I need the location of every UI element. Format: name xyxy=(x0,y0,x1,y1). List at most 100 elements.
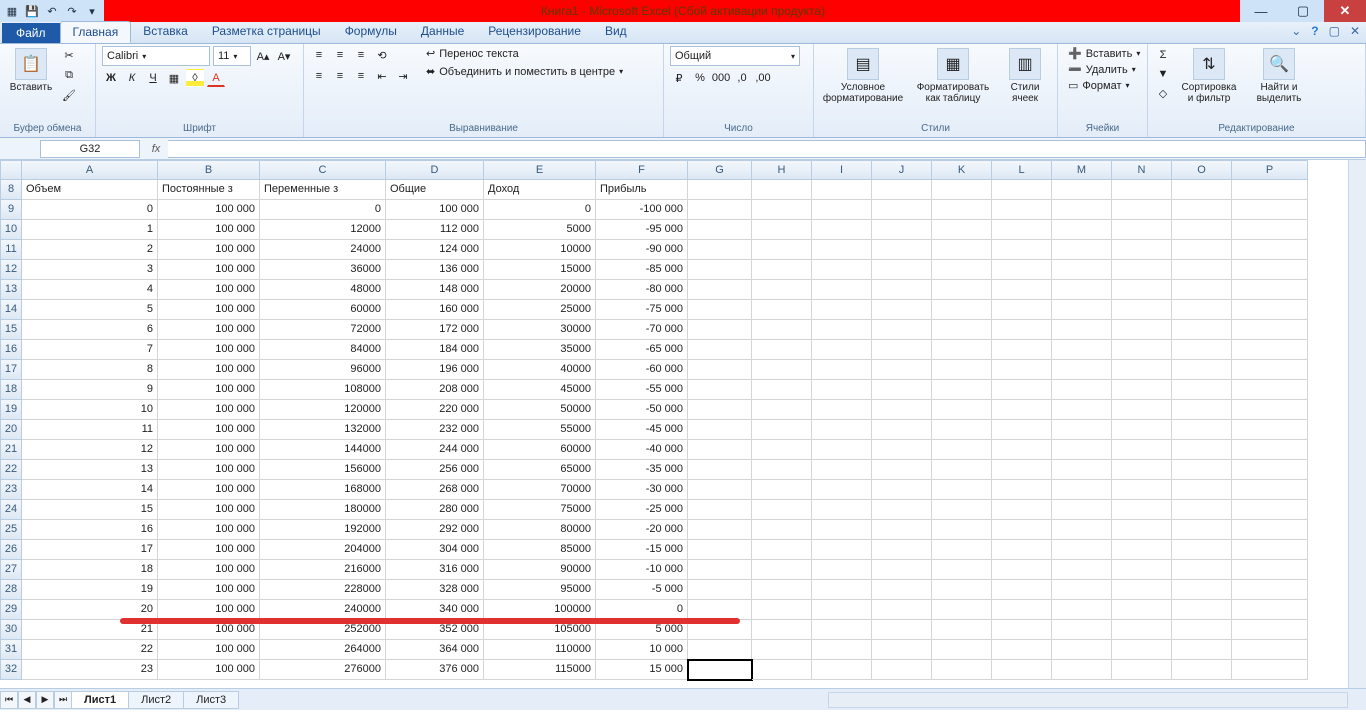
cell-E28[interactable]: 95000 xyxy=(484,580,596,600)
cell-L18[interactable] xyxy=(992,380,1052,400)
col-header-G[interactable]: G xyxy=(688,160,752,180)
cell-E31[interactable]: 110000 xyxy=(484,640,596,660)
cell-G17[interactable] xyxy=(688,360,752,380)
row-header-31[interactable]: 31 xyxy=(0,640,22,660)
cell-L24[interactable] xyxy=(992,500,1052,520)
cell-F15[interactable]: -70 000 xyxy=(596,320,688,340)
row-header-16[interactable]: 16 xyxy=(0,340,22,360)
cell-E23[interactable]: 70000 xyxy=(484,480,596,500)
row-header-15[interactable]: 15 xyxy=(0,320,22,340)
cell-N14[interactable] xyxy=(1112,300,1172,320)
cell-O31[interactable] xyxy=(1172,640,1232,660)
autosum-icon[interactable]: Σ xyxy=(1154,46,1172,64)
font-name-combo[interactable]: Calibri▾ xyxy=(102,46,210,66)
cell-N22[interactable] xyxy=(1112,460,1172,480)
sheet-tab-Лист2[interactable]: Лист2 xyxy=(128,691,184,709)
undo-icon[interactable]: ↶ xyxy=(44,3,60,19)
cell-O15[interactable] xyxy=(1172,320,1232,340)
cell-A18[interactable]: 9 xyxy=(22,380,158,400)
col-header-O[interactable]: O xyxy=(1172,160,1232,180)
cell-M9[interactable] xyxy=(1052,200,1112,220)
cell-G31[interactable] xyxy=(688,640,752,660)
cell-L10[interactable] xyxy=(992,220,1052,240)
cell-O22[interactable] xyxy=(1172,460,1232,480)
cell-M23[interactable] xyxy=(1052,480,1112,500)
cell-B20[interactable]: 100 000 xyxy=(158,420,260,440)
cell-M32[interactable] xyxy=(1052,660,1112,680)
cell-F22[interactable]: -35 000 xyxy=(596,460,688,480)
cell-E9[interactable]: 0 xyxy=(484,200,596,220)
cell-N23[interactable] xyxy=(1112,480,1172,500)
cell-I32[interactable] xyxy=(812,660,872,680)
cell-G19[interactable] xyxy=(688,400,752,420)
cell-B12[interactable]: 100 000 xyxy=(158,260,260,280)
cell-O23[interactable] xyxy=(1172,480,1232,500)
cell-B27[interactable]: 100 000 xyxy=(158,560,260,580)
cell-E19[interactable]: 50000 xyxy=(484,400,596,420)
cell-H22[interactable] xyxy=(752,460,812,480)
cell-H15[interactable] xyxy=(752,320,812,340)
col-header-K[interactable]: K xyxy=(932,160,992,180)
cell-A24[interactable]: 15 xyxy=(22,500,158,520)
cell-K19[interactable] xyxy=(932,400,992,420)
cell-D25[interactable]: 292 000 xyxy=(386,520,484,540)
cell-B21[interactable]: 100 000 xyxy=(158,440,260,460)
cell-F11[interactable]: -90 000 xyxy=(596,240,688,260)
tab-вставка[interactable]: Вставка xyxy=(131,21,200,43)
shrink-font-icon[interactable]: A▾ xyxy=(275,47,293,65)
cell-A29[interactable]: 20 xyxy=(22,600,158,620)
thousands-icon[interactable]: 000 xyxy=(712,69,730,87)
cell-K29[interactable] xyxy=(932,600,992,620)
cell-P18[interactable] xyxy=(1232,380,1308,400)
cell-C13[interactable]: 48000 xyxy=(260,280,386,300)
cell-I26[interactable] xyxy=(812,540,872,560)
cell-K11[interactable] xyxy=(932,240,992,260)
row-header-14[interactable]: 14 xyxy=(0,300,22,320)
cell-P19[interactable] xyxy=(1232,400,1308,420)
cell-D18[interactable]: 208 000 xyxy=(386,380,484,400)
cell-C10[interactable]: 12000 xyxy=(260,220,386,240)
cell-P10[interactable] xyxy=(1232,220,1308,240)
cell-M14[interactable] xyxy=(1052,300,1112,320)
cell-F12[interactable]: -85 000 xyxy=(596,260,688,280)
indent-increase-icon[interactable]: ⇥ xyxy=(394,67,412,85)
cell-F31[interactable]: 10 000 xyxy=(596,640,688,660)
cell-A20[interactable]: 11 xyxy=(22,420,158,440)
cell-I27[interactable] xyxy=(812,560,872,580)
cell-L32[interactable] xyxy=(992,660,1052,680)
cell-M17[interactable] xyxy=(1052,360,1112,380)
cell-G9[interactable] xyxy=(688,200,752,220)
cell-G28[interactable] xyxy=(688,580,752,600)
cell-B26[interactable]: 100 000 xyxy=(158,540,260,560)
cell-A17[interactable]: 8 xyxy=(22,360,158,380)
next-sheet-icon[interactable]: ▶ xyxy=(36,691,54,709)
row-header-11[interactable]: 11 xyxy=(0,240,22,260)
tab-разметка страницы[interactable]: Разметка страницы xyxy=(200,21,333,43)
worksheet[interactable]: ABCDEFGHIJKLMNOP 8ОбъемПостоянные зПерем… xyxy=(0,160,1366,688)
cell-P29[interactable] xyxy=(1232,600,1308,620)
cell-K27[interactable] xyxy=(932,560,992,580)
cell-B28[interactable]: 100 000 xyxy=(158,580,260,600)
cell-P28[interactable] xyxy=(1232,580,1308,600)
cell-D14[interactable]: 160 000 xyxy=(386,300,484,320)
currency-icon[interactable]: ₽ xyxy=(670,69,688,87)
cell-K13[interactable] xyxy=(932,280,992,300)
cell-M28[interactable] xyxy=(1052,580,1112,600)
cell-A25[interactable]: 16 xyxy=(22,520,158,540)
file-tab[interactable]: Файл xyxy=(2,23,60,43)
row-header-28[interactable]: 28 xyxy=(0,580,22,600)
cell-I19[interactable] xyxy=(812,400,872,420)
row-header-25[interactable]: 25 xyxy=(0,520,22,540)
cell-G14[interactable] xyxy=(688,300,752,320)
font-color-icon[interactable]: A xyxy=(207,69,225,87)
italic-button[interactable]: К xyxy=(123,69,141,87)
tab-рецензирование[interactable]: Рецензирование xyxy=(476,21,593,43)
cell-C8[interactable]: Переменные з xyxy=(260,180,386,200)
cell-J8[interactable] xyxy=(872,180,932,200)
cell-D22[interactable]: 256 000 xyxy=(386,460,484,480)
cell-G32[interactable] xyxy=(688,660,752,680)
cell-J9[interactable] xyxy=(872,200,932,220)
cell-D28[interactable]: 328 000 xyxy=(386,580,484,600)
cell-I15[interactable] xyxy=(812,320,872,340)
cell-styles-button[interactable]: ▥Стили ячеек xyxy=(1000,46,1050,106)
